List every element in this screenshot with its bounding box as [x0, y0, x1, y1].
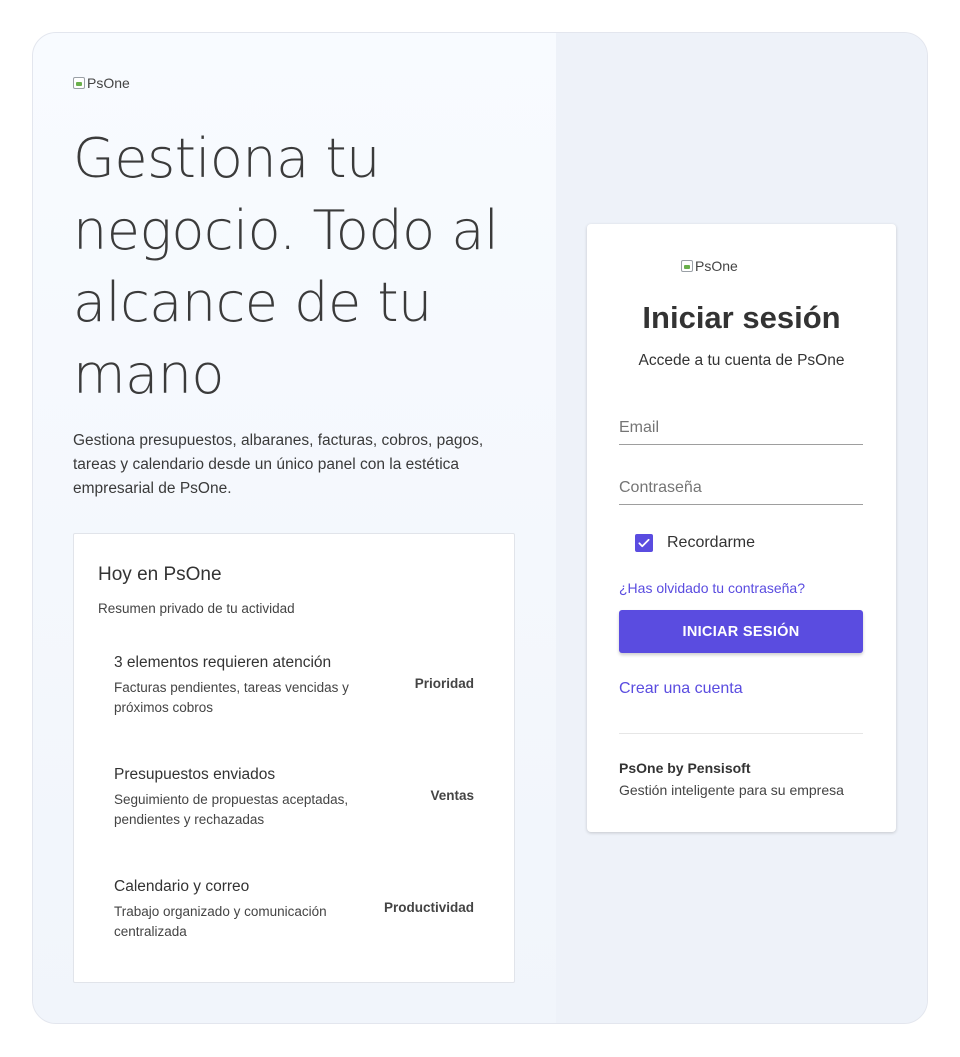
activity-summary-panel: Hoy en PsOne Resumen privado de tu activ… [73, 533, 515, 983]
psone-logo: PsOne [73, 75, 130, 91]
panel-subtitle: Resumen privado de tu actividad [98, 601, 295, 616]
row-title: 3 elementos requieren atención [114, 654, 332, 671]
hero-line: negocio. Todo al [73, 199, 499, 262]
login-subtitle: Accede a tu cuenta de PsOne [638, 352, 845, 369]
row-description: Facturas pendientes, tareas vencidas y p… [114, 680, 349, 715]
password-field[interactable] [619, 471, 863, 505]
hero-description: Gestiona presupuestos, albaranes, factur… [73, 432, 484, 497]
row-tag: Prioridad [414, 676, 474, 691]
psone-logo: PsOne [681, 258, 738, 274]
login-title: Iniciar sesión [642, 300, 841, 335]
hero-line: Gestiona tu [73, 127, 380, 190]
remember-me-checkbox[interactable]: Recordarme [635, 534, 755, 552]
login-button[interactable]: INICIAR SESIÓN [619, 610, 863, 653]
marketing-panel: PsOne Gestiona tu negocio. Todo al alcan… [33, 33, 556, 1023]
app-shell: PsOne Gestiona tu negocio. Todo al alcan… [32, 32, 928, 1024]
summary-row-quotes: Presupuestos enviados Seguimiento de pro… [114, 766, 474, 830]
forgot-password-link[interactable]: ¿Has olvidado tu contraseña? [619, 580, 805, 596]
broken-image-icon [73, 77, 85, 89]
brand-name: PsOne by Pensisoft [619, 760, 751, 776]
remember-me-label: Recordarme [667, 534, 756, 551]
row-description: Trabajo organizado y comunicación centra… [114, 904, 327, 939]
hero-line: alcance de tu [73, 271, 432, 334]
checkmark-icon [638, 538, 650, 548]
row-tag: Ventas [430, 788, 474, 803]
row-title: Presupuestos enviados [114, 766, 276, 783]
psone-logo-alt: PsOne [87, 75, 130, 91]
summary-row-calendar: Calendario y correo Trabajo organizado y… [114, 878, 474, 942]
row-description: Seguimiento de propuestas aceptadas, pen… [114, 792, 349, 827]
broken-image-icon [681, 260, 693, 272]
row-title: Calendario y correo [114, 878, 250, 895]
row-tag: Productividad [383, 900, 474, 915]
summary-row-attention: 3 elementos requieren atención Facturas … [114, 654, 474, 718]
checkbox-checked-icon[interactable] [635, 534, 653, 552]
divider [619, 733, 863, 734]
login-area: PsOne Iniciar sesión Accede a tu cuenta … [556, 33, 927, 1023]
psone-logo-alt: PsOne [695, 258, 738, 274]
brand-tagline: Gestión inteligente para su empresa [619, 782, 844, 798]
hero-line: mano [73, 343, 224, 406]
login-card: PsOne Iniciar sesión Accede a tu cuenta … [587, 224, 896, 832]
hero-headline: Gestiona tu negocio. Todo al alcance de … [73, 123, 533, 411]
panel-title: Hoy en PsOne [98, 564, 222, 585]
create-account-link[interactable]: Crear una cuenta [619, 680, 743, 698]
email-field[interactable] [619, 411, 863, 445]
